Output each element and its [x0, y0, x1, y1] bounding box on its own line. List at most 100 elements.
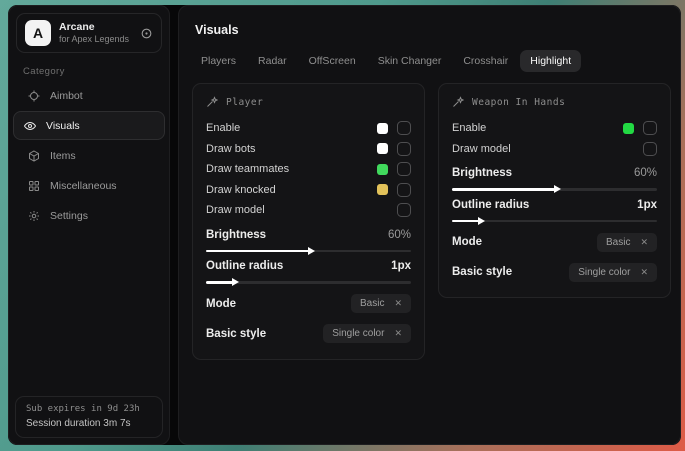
checkbox[interactable]: [397, 162, 411, 176]
color-swatch[interactable]: [377, 184, 388, 195]
app-logo: A: [25, 20, 51, 46]
sidebar-item-label: Items: [50, 150, 76, 162]
remove-icon[interactable]: ✕: [394, 298, 402, 309]
setting-row-enable: Enable: [206, 118, 411, 139]
checkbox[interactable]: [397, 142, 411, 156]
slider-value: 60%: [634, 167, 657, 179]
mode-select-row: Mode Basic ✕: [452, 229, 657, 255]
setting-label: Draw knocked: [206, 184, 276, 196]
chip-value: Basic: [606, 237, 630, 248]
sub-expiry-text: Sub expires in 9d 23h: [26, 404, 152, 414]
tab-offscreen[interactable]: OffScreen: [299, 50, 366, 72]
slider-value: 1px: [391, 260, 411, 272]
checkbox[interactable]: [643, 142, 657, 156]
player-panel: Player Enable Draw bots Draw teammates: [192, 83, 425, 360]
slider-fill[interactable]: [452, 188, 555, 191]
app-window: A Arcane for Apex Legends Category Aimbo…: [8, 5, 681, 445]
settings-panels: Player Enable Draw bots Draw teammates: [192, 83, 671, 360]
box-icon: [28, 150, 40, 162]
brightness-slider[interactable]: [206, 250, 411, 253]
remove-icon[interactable]: ✕: [394, 328, 402, 339]
target-icon[interactable]: [140, 27, 153, 40]
tab-players[interactable]: Players: [191, 50, 246, 72]
sidebar: A Arcane for Apex Legends Category Aimbo…: [8, 5, 170, 445]
select-label: Mode: [452, 236, 482, 248]
category-label: Category: [23, 66, 169, 77]
basic-style-chip[interactable]: Single color ✕: [323, 324, 411, 343]
setting-row-draw-model: Draw model: [206, 200, 411, 221]
sidebar-nav: Aimbot Visuals Items: [9, 81, 169, 231]
slider-fill[interactable]: [206, 281, 233, 284]
basic-style-select-row: Basic style Single color ✕: [452, 259, 657, 285]
setting-label: Enable: [452, 122, 486, 134]
chip-value: Single color: [578, 267, 630, 278]
color-swatch[interactable]: [377, 123, 388, 134]
app-subtitle: for Apex Legends: [59, 34, 129, 45]
subscription-status: Sub expires in 9d 23h Session duration 3…: [15, 396, 163, 438]
sidebar-item-label: Visuals: [46, 120, 80, 132]
crosshair-icon: [28, 90, 40, 102]
slider-label: Outline radius: [206, 260, 283, 272]
setting-label: Enable: [206, 122, 240, 134]
panel-title: Player: [226, 97, 263, 108]
color-swatch[interactable]: [377, 164, 388, 175]
setting-row-draw-knocked: Draw knocked: [206, 180, 411, 201]
setting-label: Draw bots: [206, 143, 256, 155]
select-label: Basic style: [452, 266, 512, 278]
tab-bar: Players Radar OffScreen Skin Changer Cro…: [191, 50, 581, 72]
tab-radar[interactable]: Radar: [248, 50, 297, 72]
slider-label: Outline radius: [452, 199, 529, 211]
mode-chip[interactable]: Basic ✕: [351, 294, 411, 313]
checkbox[interactable]: [397, 121, 411, 135]
sidebar-item-visuals[interactable]: Visuals: [13, 111, 165, 140]
sidebar-item-aimbot[interactable]: Aimbot: [13, 81, 165, 110]
sidebar-item-items[interactable]: Items: [13, 141, 165, 170]
eye-icon: [24, 120, 36, 132]
sidebar-item-label: Miscellaneous: [50, 180, 117, 192]
setting-row-draw-bots: Draw bots: [206, 139, 411, 160]
app-header: A Arcane for Apex Legends: [16, 13, 162, 53]
checkbox[interactable]: [643, 121, 657, 135]
sidebar-item-label: Settings: [50, 210, 88, 222]
tab-skin-changer[interactable]: Skin Changer: [368, 50, 452, 72]
slider-fill[interactable]: [206, 250, 309, 253]
outline-radius-slider-block: Outline radius 1px: [206, 260, 411, 284]
slider-label: Brightness: [206, 229, 266, 241]
wand-icon: [452, 96, 464, 108]
wand-icon: [206, 96, 218, 108]
brightness-slider-block: Brightness 60%: [452, 167, 657, 191]
sidebar-item-miscellaneous[interactable]: Miscellaneous: [13, 171, 165, 200]
tab-highlight[interactable]: Highlight: [520, 50, 581, 72]
outline-radius-slider[interactable]: [452, 220, 657, 223]
sidebar-item-label: Aimbot: [50, 90, 83, 102]
remove-icon[interactable]: ✕: [640, 267, 648, 278]
basic-style-select-row: Basic style Single color ✕: [206, 321, 411, 347]
basic-style-chip[interactable]: Single color ✕: [569, 263, 657, 282]
slider-label: Brightness: [452, 167, 512, 179]
checkbox[interactable]: [397, 203, 411, 217]
grid-icon: [28, 180, 40, 192]
slider-value: 1px: [637, 199, 657, 211]
main-panel: Visuals Players Radar OffScreen Skin Cha…: [178, 5, 681, 445]
outline-radius-slider-block: Outline radius 1px: [452, 199, 657, 223]
tab-crosshair[interactable]: Crosshair: [453, 50, 518, 72]
weapon-in-hands-panel: Weapon In Hands Enable Draw model Bright…: [438, 83, 671, 298]
sidebar-item-settings[interactable]: Settings: [13, 201, 165, 230]
mode-select-row: Mode Basic ✕: [206, 291, 411, 317]
slider-value: 60%: [388, 229, 411, 241]
checkbox[interactable]: [397, 183, 411, 197]
brightness-slider-block: Brightness 60%: [206, 229, 411, 253]
color-swatch[interactable]: [377, 143, 388, 154]
mode-chip[interactable]: Basic ✕: [597, 233, 657, 252]
panel-title: Weapon In Hands: [472, 97, 565, 108]
color-swatch[interactable]: [623, 123, 634, 134]
slider-fill[interactable]: [452, 220, 479, 223]
setting-label: Draw teammates: [206, 163, 289, 175]
remove-icon[interactable]: ✕: [640, 237, 648, 248]
brightness-slider[interactable]: [452, 188, 657, 191]
session-duration-text: Session duration 3m 7s: [26, 418, 152, 429]
setting-row-enable: Enable: [452, 118, 657, 139]
app-name: Arcane: [59, 21, 129, 34]
setting-row-draw-model: Draw model: [452, 139, 657, 160]
outline-radius-slider[interactable]: [206, 281, 411, 284]
